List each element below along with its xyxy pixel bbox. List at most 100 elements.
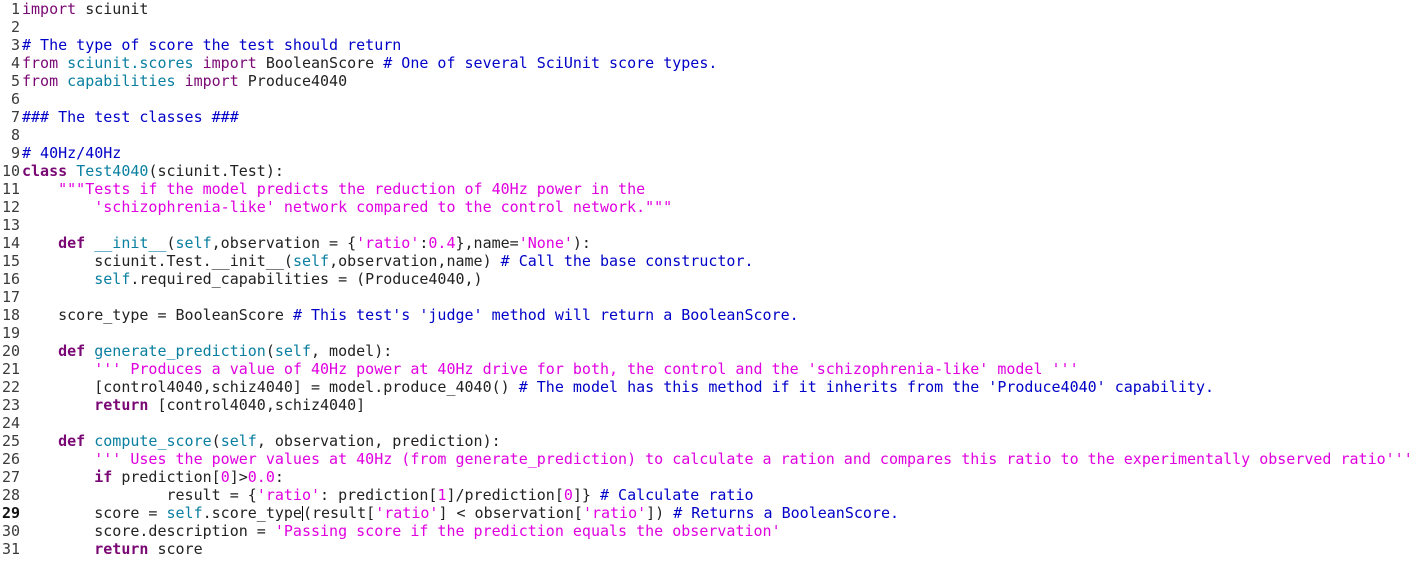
code-line[interactable]: 12 'schizophrenia-like' network compared… — [0, 198, 672, 216]
token-imp: import — [184, 72, 239, 90]
code-line[interactable]: 18 score_type = BooleanScore # This test… — [0, 306, 799, 324]
token-self: self — [94, 270, 131, 288]
code-text: from sciunit.scores import BooleanScore … — [22, 54, 717, 72]
line-number: 21 — [1, 360, 20, 378]
line-number: 19 — [1, 324, 20, 342]
code-editor[interactable]: 1 import sciunit 2 3 # The type of score the… — [0, 0, 1409, 564]
code-line[interactable]: 27 if prediction[0]>0.0: — [0, 468, 284, 486]
token-num: 0.4 — [428, 234, 456, 252]
code-text: from capabilities import Produce4040 — [22, 72, 347, 90]
token-imp: from — [22, 54, 59, 72]
token-plain: },name= — [455, 234, 519, 252]
token-str: 'ratio' — [256, 486, 321, 504]
code-line[interactable]: 3 # The type of score the test should ret… — [0, 36, 401, 54]
token-plain: ]) — [646, 504, 674, 522]
line-number: 4 — [10, 54, 20, 72]
code-line[interactable]: 19 — [0, 324, 22, 342]
code-line[interactable]: 31 return score — [0, 540, 203, 558]
code-text: 'schizophrenia-like' network compared to… — [22, 198, 672, 216]
token-str: 'None' — [518, 234, 573, 252]
token-str: 'schizophrenia-like' network compared to… — [22, 198, 673, 216]
code-line[interactable]: 23 return [control4040,schiz4040] — [0, 396, 365, 414]
code-text: sciunit.Test.__init__(self,observation,n… — [22, 252, 753, 270]
code-line[interactable]: 26 ''' Uses the power values at 40Hz (fr… — [0, 450, 1409, 468]
token-plain: sciunit — [76, 0, 149, 18]
code-line[interactable]: 20 def generate_prediction(self, model): — [0, 342, 392, 360]
code-text: ### The test classes ### — [22, 108, 239, 126]
token-plain: : — [274, 468, 284, 486]
code-text: ''' Produces a value of 40Hz power at 40… — [22, 360, 1078, 378]
line-number: 1 — [10, 0, 20, 18]
code-line[interactable]: 29 score = self.score_type(result['ratio… — [0, 504, 899, 522]
code-line[interactable]: 8 — [0, 126, 22, 144]
code-text: def compute_score(self, observation, pre… — [22, 432, 501, 450]
token-plain: ( — [265, 342, 275, 360]
token-plain: .required_capabilities = (Produce4040,) — [130, 270, 483, 288]
code-text: class Test4040(sciunit.Test): — [22, 162, 284, 180]
token-cmt: ### The test classes ### — [22, 108, 239, 126]
code-line[interactable]: 17 — [0, 288, 22, 306]
code-line[interactable]: 7 ### The test classes ### — [0, 108, 239, 126]
token-cmt: # This test's 'judge' method will return… — [292, 306, 799, 324]
line-number: 20 — [1, 342, 20, 360]
token-fn: generate_prediction — [94, 342, 266, 360]
token-cmt: # One of several SciUnit score types. — [383, 54, 718, 72]
token-self: self — [274, 342, 311, 360]
code-line[interactable]: 5 from capabilities import Produce4040 — [0, 72, 347, 90]
token-kw: def — [58, 432, 86, 450]
code-line[interactable]: 30 score.description = 'Passing score if… — [0, 522, 781, 540]
code-line[interactable]: 24 — [0, 414, 22, 432]
token-plain: [control4040,schiz4040] — [148, 396, 366, 414]
token-plain: ]> — [229, 468, 248, 486]
line-number: 7 — [10, 108, 20, 126]
line-number: 6 — [10, 90, 20, 108]
token-plain: ,observation = { — [211, 234, 357, 252]
line-number: 22 — [1, 378, 20, 396]
code-line[interactable]: 11 """Tests if the model predicts the re… — [0, 180, 645, 198]
code-line[interactable]: 13 — [0, 216, 22, 234]
line-number: 28 — [1, 486, 20, 504]
token-cmt: # Returns a BooleanScore. — [673, 504, 900, 522]
token-self: self — [220, 432, 257, 450]
line-number: 25 — [1, 432, 20, 450]
code-line[interactable]: 1 import sciunit — [0, 0, 148, 18]
code-line[interactable]: 14 def __init__(self,observation = {'rat… — [0, 234, 591, 252]
token-plain: ] < observation[ — [438, 504, 583, 522]
token-plain: : prediction[ — [320, 486, 438, 504]
token-fn: compute_score — [94, 432, 212, 450]
code-text: score = self.score_type(result['ratio'] … — [22, 504, 899, 522]
code-text: # 40Hz/40Hz — [22, 144, 121, 162]
token-plain: score — [148, 540, 203, 558]
code-line[interactable]: 9 # 40Hz/40Hz — [0, 144, 121, 162]
line-number: 8 — [10, 126, 20, 144]
code-line[interactable]: 28 result = {'ratio': prediction[1]/pred… — [0, 486, 754, 504]
code-text: self.required_capabilities = (Produce404… — [22, 270, 483, 288]
code-line[interactable]: 21 ''' Produces a value of 40Hz power at… — [0, 360, 1079, 378]
token-plain: score_type = BooleanScore — [22, 306, 293, 324]
line-number: 24 — [1, 414, 20, 432]
code-line[interactable]: 25 def compute_score(self, observation, … — [0, 432, 501, 450]
code-line[interactable]: 4 from sciunit.scores import BooleanScore… — [0, 54, 717, 72]
code-line[interactable]: 6 — [0, 90, 22, 108]
token-fn: capabilities — [67, 72, 176, 90]
token-plain: sciunit.Test.__init__( — [22, 252, 293, 270]
token-plain: ( — [211, 432, 221, 450]
code-line[interactable]: 10 class Test4040(sciunit.Test): — [0, 162, 284, 180]
code-text: score.description = 'Passing score if th… — [22, 522, 780, 540]
code-line[interactable]: 16 self.required_capabilities = (Produce… — [0, 270, 483, 288]
code-text: if prediction[0]>0.0: — [22, 468, 284, 486]
token-plain: Produce4040 — [238, 72, 348, 90]
token-kw: return — [94, 540, 149, 558]
line-number: 3 — [10, 36, 20, 54]
code-line[interactable]: 2 — [0, 18, 22, 36]
token-plain: , model): — [311, 342, 393, 360]
code-line[interactable]: 22 [control4040,schiz4040] = model.produ… — [0, 378, 1214, 396]
code-line[interactable]: 15 sciunit.Test.__init__(self,observatio… — [0, 252, 754, 270]
token-num: 0.0 — [247, 468, 275, 486]
